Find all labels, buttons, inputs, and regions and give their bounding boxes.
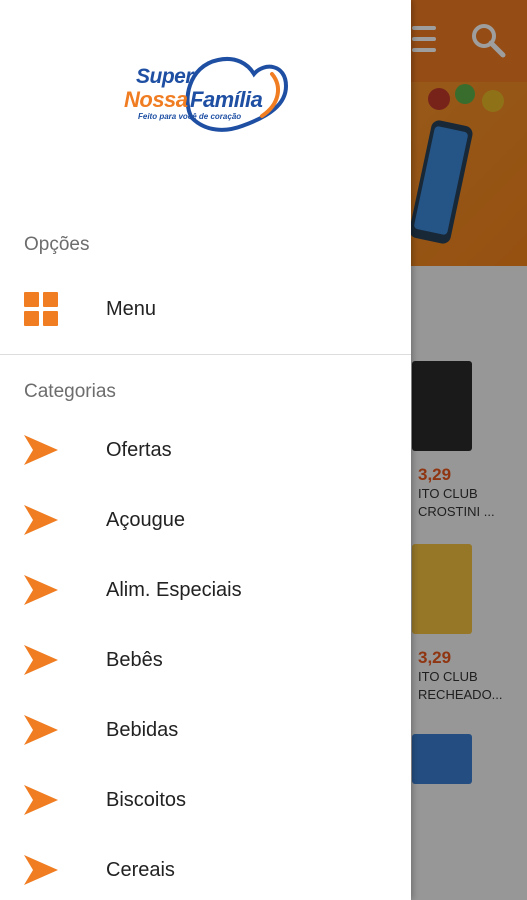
category-item-ofertas[interactable]: Ofertas — [0, 415, 411, 485]
category-label: Cereais — [106, 858, 175, 881]
category-label: Bebês — [106, 648, 163, 671]
arrow-right-icon — [24, 853, 58, 887]
category-label: Biscoitos — [106, 788, 187, 811]
arrow-right-icon — [24, 503, 58, 537]
logo-tagline: Feito para você de coração — [138, 112, 242, 121]
section-divider — [0, 354, 411, 355]
category-item-bebes[interactable]: Bebês — [0, 625, 411, 695]
arrow-right-icon — [24, 573, 58, 607]
category-item-alim-especiais[interactable]: Alim. Especiais — [0, 555, 411, 625]
logo-word-familia: Família — [190, 87, 263, 112]
category-label: Ofertas — [106, 438, 172, 461]
store-logo: Super Nossa Família Feito para você de c… — [122, 52, 288, 136]
category-item-acougue[interactable]: Açougue — [0, 485, 411, 555]
grid-icon — [24, 292, 58, 326]
drawer-item-menu[interactable]: Menu — [0, 274, 411, 344]
logo-word-nossa: Nossa — [124, 87, 188, 112]
logo-word-super: Super — [136, 65, 194, 88]
category-label: Alim. Especiais — [106, 578, 242, 601]
arrow-right-icon — [24, 713, 58, 747]
arrow-right-icon — [24, 783, 58, 817]
category-list: Ofertas Açougue Alim. Especiais Bebês Be… — [0, 415, 411, 900]
category-item-bebidas[interactable]: Bebidas — [0, 695, 411, 765]
navigation-drawer: Super Nossa Família Feito para você de c… — [0, 0, 411, 900]
category-item-cereais[interactable]: Cereais — [0, 835, 411, 900]
category-label: Bebidas — [106, 718, 179, 741]
options-section-header: Opções — [24, 234, 90, 255]
arrow-right-icon — [24, 433, 58, 467]
categories-section-header: Categorias — [24, 381, 116, 402]
drawer-item-label: Menu — [106, 297, 157, 320]
category-item-biscoitos[interactable]: Biscoitos — [0, 765, 411, 835]
arrow-right-icon — [24, 643, 58, 677]
drawer-header: Super Nossa Família Feito para você de c… — [0, 0, 411, 196]
category-label: Açougue — [106, 508, 185, 531]
